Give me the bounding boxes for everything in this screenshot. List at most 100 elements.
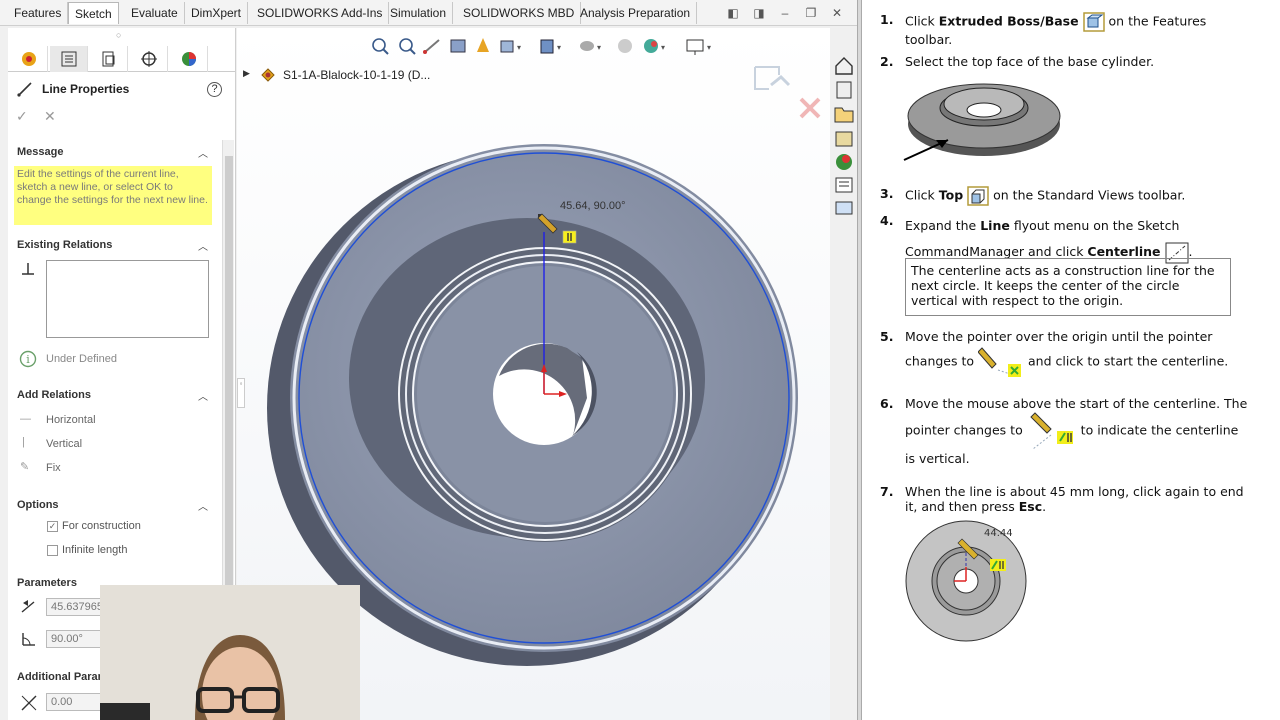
infinite-length-label: Infinite length xyxy=(62,544,128,556)
zoom-area-icon[interactable] xyxy=(399,38,416,55)
tab-mbd[interactable]: SOLIDWORKS MBD xyxy=(457,2,582,24)
options-header[interactable]: Options xyxy=(17,499,59,511)
heads-up-toolbar: ▾ ▾ ▾ ▾ ▾ xyxy=(372,38,711,55)
step-1-text: Click Extruded Boss/Base on the Features… xyxy=(905,12,1207,47)
message-header[interactable]: Message xyxy=(17,146,63,158)
zoom-to-fit-icon[interactable] xyxy=(372,38,389,55)
display-manager-icon xyxy=(181,52,196,66)
for-construction-label: For construction xyxy=(62,520,141,532)
design-library-icon[interactable] xyxy=(834,107,854,123)
home-icon[interactable] xyxy=(835,57,853,75)
line-tool-icon xyxy=(17,82,32,97)
angle-field[interactable]: 90.00° xyxy=(46,630,106,648)
view-settings-icon[interactable]: ▾ xyxy=(686,39,711,55)
tab-evaluate[interactable]: Evaluate xyxy=(125,2,185,24)
svg-text:▾: ▾ xyxy=(557,43,561,52)
existing-relations-list[interactable] xyxy=(46,260,209,338)
part-icon xyxy=(261,68,275,82)
options-collapse-icon[interactable]: ︿ xyxy=(198,498,208,513)
dimxpert-icon xyxy=(140,51,157,67)
feature-manager-tabs xyxy=(8,46,235,72)
tab-features[interactable]: Features xyxy=(8,2,69,24)
close-icon[interactable]: ✕ xyxy=(830,6,844,20)
dynamic-annotation-icon[interactable] xyxy=(477,38,489,52)
minimize-icon[interactable]: – xyxy=(778,6,792,20)
previous-view-icon[interactable] xyxy=(423,39,440,54)
display-manager-tab[interactable] xyxy=(170,46,208,72)
presenter-video xyxy=(100,585,360,720)
property-manager-icon xyxy=(61,51,76,67)
feature-tree-root[interactable]: S1-1A-Blalock-10-1-19 (D... xyxy=(283,68,430,82)
tab-sketch[interactable]: Sketch xyxy=(68,2,119,24)
add-relations-header[interactable]: Add Relations xyxy=(17,389,91,401)
length-param-icon xyxy=(21,600,35,613)
relation-fix[interactable]: Fix xyxy=(46,462,61,474)
apply-scene-icon[interactable]: ▾ xyxy=(644,39,665,53)
tutorial-instructions: 1. Click Extruded Boss/Base on the Featu… xyxy=(862,0,1280,720)
webcam-overlay xyxy=(100,585,360,720)
coordinate-param-icon xyxy=(21,695,37,711)
additional-field[interactable]: 0.00 xyxy=(46,693,106,711)
display-style-icon[interactable]: ▾ xyxy=(540,39,561,54)
view-orientation-icon[interactable]: ▾ xyxy=(500,40,521,53)
tab-scroll-left-icon[interactable]: ◧ xyxy=(726,6,740,20)
edit-appearance-icon[interactable] xyxy=(618,39,632,53)
step-number: 6. xyxy=(880,396,894,411)
feature-tree-tab[interactable] xyxy=(10,46,48,72)
tab-simulation[interactable]: Simulation xyxy=(384,2,454,24)
parameters-header[interactable]: Parameters xyxy=(17,577,77,589)
panel-scroll-thumb[interactable] xyxy=(225,156,233,586)
dimxpert-manager-tab[interactable] xyxy=(130,46,168,72)
for-construction-checkbox[interactable]: ✓ xyxy=(47,521,58,532)
exit-sketch-icon[interactable] xyxy=(754,66,791,90)
info-icon: i xyxy=(19,350,37,368)
existing-relations-header[interactable]: Existing Relations xyxy=(17,239,112,251)
existing-relations-collapse-icon[interactable]: ︿ xyxy=(198,238,208,253)
custom-properties-icon[interactable] xyxy=(835,177,853,193)
infinite-length-checkbox[interactable] xyxy=(47,545,58,556)
task-pane-icons xyxy=(834,57,854,215)
command-manager-tabs: Features Sketch Evaluate DimXpert SOLIDW… xyxy=(0,0,860,26)
tab-dimxpert[interactable]: DimXpert xyxy=(185,2,249,24)
step-number: 3. xyxy=(880,186,894,201)
length-field[interactable]: 45.637965 xyxy=(46,598,106,616)
section-view-icon[interactable] xyxy=(450,39,466,53)
resources-icon[interactable] xyxy=(836,81,852,99)
help-button[interactable]: ? xyxy=(207,82,222,97)
svg-text:i: i xyxy=(26,353,30,366)
task-pane-tabs xyxy=(830,52,858,222)
solidworks-window: Features Sketch Evaluate DimXpert SOLIDW… xyxy=(0,0,860,720)
add-relations-collapse-icon[interactable]: ︿ xyxy=(198,388,208,403)
forum-icon[interactable] xyxy=(835,201,853,215)
tree-expand-icon[interactable]: ▶ xyxy=(243,68,250,79)
message-collapse-icon[interactable]: ︿ xyxy=(198,145,208,160)
svg-text:▾: ▾ xyxy=(597,43,601,52)
message-text: Edit the settings of the current line, s… xyxy=(14,166,212,225)
illustration-dimension: 44.44 xyxy=(984,528,1013,539)
panel-flyout-handle[interactable]: ◦ xyxy=(237,378,245,408)
pointer-vertical-icon xyxy=(1029,412,1073,450)
property-manager-title: Line Properties xyxy=(42,82,130,96)
tab-scroll-right-icon[interactable]: ◨ xyxy=(752,6,766,20)
tab-analysis-preparation[interactable]: Analysis Preparation xyxy=(574,2,698,24)
step-number: 7. xyxy=(880,484,894,499)
step-3-text: Click Top on the Standard Views toolbar. xyxy=(905,186,1250,206)
configuration-manager-icon xyxy=(102,51,114,67)
ok-button[interactable]: ✓ xyxy=(16,108,28,125)
dimension-readout: 45.64, 90.00° xyxy=(560,200,626,212)
cancel-button[interactable]: ✕ xyxy=(44,108,56,125)
property-manager-tab[interactable] xyxy=(50,46,88,72)
relation-vertical[interactable]: Vertical xyxy=(46,438,82,450)
step-6-text: Move the mouse above the start of the ce… xyxy=(905,396,1248,466)
panel-grip-icon[interactable]: ○ xyxy=(116,30,121,40)
tab-addins[interactable]: SOLIDWORKS Add-Ins xyxy=(251,2,390,24)
configuration-manager-tab[interactable] xyxy=(90,46,128,72)
appearances-icon[interactable] xyxy=(836,154,852,170)
top-view-icon xyxy=(967,186,989,206)
relation-horizontal[interactable]: Horizontal xyxy=(46,414,96,426)
hide-show-items-icon[interactable]: ▾ xyxy=(580,41,601,52)
restore-icon[interactable]: ❐ xyxy=(804,6,818,20)
feature-tree-icon xyxy=(21,52,36,66)
file-explorer-icon[interactable] xyxy=(835,131,853,147)
horizontal-relation-icon: — xyxy=(20,413,31,425)
